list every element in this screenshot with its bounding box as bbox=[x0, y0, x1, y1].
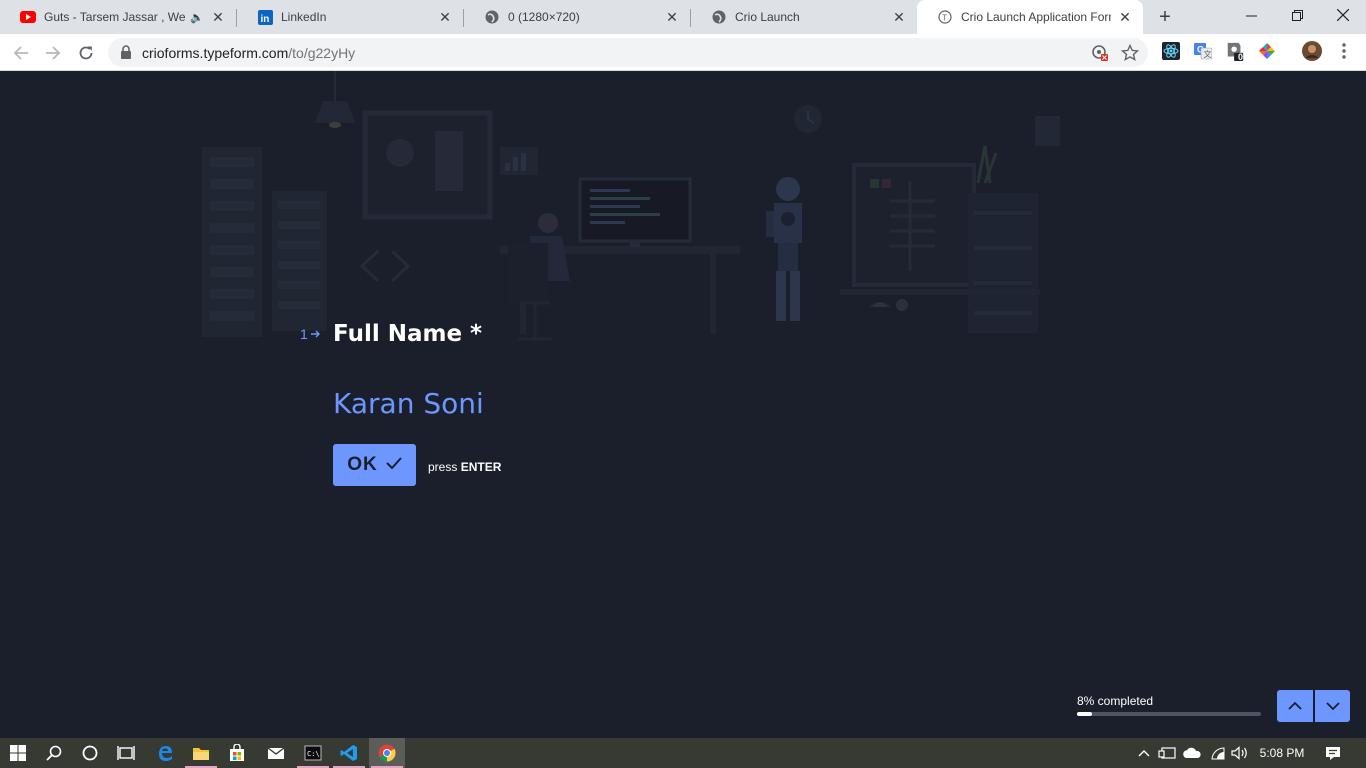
question-number: 1 bbox=[300, 326, 333, 342]
ok-button[interactable]: OK bbox=[333, 444, 416, 486]
onedrive-cloud-icon[interactable] bbox=[1181, 738, 1203, 768]
url-text: crioforms.typeform.com/to/g22yHy bbox=[142, 45, 355, 61]
question-number-text: 1 bbox=[300, 326, 308, 342]
windows-start-icon[interactable] bbox=[0, 738, 36, 768]
speaker-icon[interactable]: 🔈 bbox=[190, 11, 204, 24]
back-button[interactable] bbox=[8, 40, 34, 66]
tab-title: Crio Launch Application Form bbox=[961, 10, 1111, 24]
tab-title: 0 (1280×720) bbox=[508, 10, 580, 24]
new-tab-button[interactable]: + bbox=[1153, 5, 1177, 29]
browser-menu-icon[interactable] bbox=[1334, 41, 1354, 61]
progress-fill bbox=[1077, 712, 1092, 716]
lock-icon[interactable] bbox=[120, 45, 134, 59]
typeform-page: 1 Full Name * OK press ENTER 8% complete… bbox=[0, 71, 1366, 738]
blocked-content-icon[interactable] bbox=[1090, 43, 1110, 63]
url-path: /to/g22yHy bbox=[288, 45, 356, 61]
arrow-right-icon bbox=[310, 327, 321, 341]
file-explorer-icon[interactable] bbox=[183, 738, 219, 768]
close-tab-icon[interactable]: ✕ bbox=[664, 9, 680, 25]
checkmark-icon bbox=[386, 456, 402, 474]
chevron-up-icon bbox=[1288, 702, 1302, 710]
search-icon[interactable] bbox=[36, 738, 72, 768]
close-tab-icon[interactable]: ✕ bbox=[891, 9, 907, 25]
cortana-icon[interactable] bbox=[72, 738, 108, 768]
color-picker-extension-icon[interactable] bbox=[1257, 41, 1277, 61]
reload-button[interactable] bbox=[73, 40, 99, 66]
progress-label: 8% completed bbox=[1077, 694, 1154, 708]
chrome-icon[interactable] bbox=[369, 738, 405, 768]
tab-title: Guts - Tarsem Jassar , West bbox=[44, 10, 187, 24]
previous-question-button[interactable] bbox=[1277, 690, 1313, 722]
keyboard-hint: press ENTER bbox=[428, 460, 501, 474]
tab-title: LinkedIn bbox=[281, 10, 327, 24]
edge-icon[interactable] bbox=[147, 738, 183, 768]
tab-linkedin[interactable]: in LinkedIn ✕ bbox=[237, 0, 463, 34]
google-translate-icon[interactable]: G文 bbox=[1193, 41, 1213, 61]
command-prompt-icon[interactable]: C:\ bbox=[295, 738, 331, 768]
close-tab-icon[interactable]: ✕ bbox=[210, 9, 226, 25]
youtube-icon bbox=[20, 9, 36, 25]
linkedin-icon: in bbox=[257, 9, 273, 25]
svg-text:in: in bbox=[260, 14, 269, 25]
address-bar[interactable]: crioforms.typeform.com/to/g22yHy bbox=[108, 38, 1148, 67]
wifi-icon[interactable] bbox=[1208, 738, 1228, 768]
action-center-icon[interactable] bbox=[1320, 738, 1346, 768]
tab-title: Crio Launch bbox=[735, 10, 800, 24]
progress-track bbox=[1077, 712, 1261, 716]
tab-youtube[interactable]: Guts - Tarsem Jassar , West 🔈 ✕ bbox=[0, 0, 236, 34]
react-devtools-icon[interactable] bbox=[1161, 41, 1181, 61]
extension-counter-icon[interactable]: 0 bbox=[1225, 41, 1245, 62]
svg-text:T: T bbox=[942, 13, 947, 22]
tab-resolution[interactable]: 0 (1280×720) ✕ bbox=[464, 0, 690, 34]
ok-label: OK bbox=[347, 454, 378, 475]
hint-key: ENTER bbox=[460, 460, 502, 474]
profile-avatar-icon[interactable] bbox=[1302, 41, 1322, 61]
tab-crio-launch[interactable]: Crio Launch ✕ bbox=[691, 0, 917, 34]
windows-taskbar: C:\ 5:08 PM bbox=[0, 738, 1366, 768]
full-name-input[interactable] bbox=[333, 383, 1033, 423]
question-header: 1 Full Name * bbox=[300, 321, 482, 347]
svg-text:文: 文 bbox=[1204, 49, 1212, 59]
minimize-button[interactable] bbox=[1228, 0, 1274, 30]
restore-button[interactable] bbox=[1274, 0, 1320, 30]
input-underline bbox=[333, 416, 1033, 417]
tab-strip: Guts - Tarsem Jassar , West 🔈 ✕ in Linke… bbox=[0, 0, 1366, 34]
typeform-icon: T bbox=[937, 9, 953, 25]
tablet-mode-icon[interactable] bbox=[1157, 738, 1177, 768]
hint-prefix: press bbox=[428, 460, 458, 474]
chevron-down-icon bbox=[1325, 702, 1340, 710]
forward-button[interactable] bbox=[40, 40, 66, 66]
bookmark-star-icon[interactable] bbox=[1120, 43, 1140, 63]
tab-crio-application-form[interactable]: T Crio Launch Application Form ✕ bbox=[917, 0, 1143, 34]
svg-text:C:\: C:\ bbox=[307, 750, 320, 758]
url-host: crioforms.typeform.com bbox=[142, 45, 289, 61]
extension-badge: 0 bbox=[1238, 52, 1244, 62]
workspace-background-illustration bbox=[202, 71, 1060, 341]
volume-icon[interactable] bbox=[1230, 738, 1250, 768]
next-question-button[interactable] bbox=[1314, 690, 1350, 722]
system-clock[interactable]: 5:08 PM bbox=[1254, 738, 1310, 768]
task-view-icon[interactable] bbox=[108, 738, 144, 768]
vscode-icon[interactable] bbox=[331, 738, 367, 768]
close-window-button[interactable] bbox=[1320, 0, 1366, 30]
globe-icon bbox=[484, 9, 500, 25]
question-title: Full Name * bbox=[333, 321, 483, 347]
store-icon[interactable] bbox=[219, 738, 255, 768]
mail-icon[interactable] bbox=[258, 738, 294, 768]
close-tab-icon[interactable]: ✕ bbox=[437, 9, 453, 25]
close-tab-icon[interactable]: ✕ bbox=[1117, 9, 1133, 25]
globe-icon bbox=[711, 9, 727, 25]
chevron-up-icon[interactable] bbox=[1136, 738, 1152, 768]
